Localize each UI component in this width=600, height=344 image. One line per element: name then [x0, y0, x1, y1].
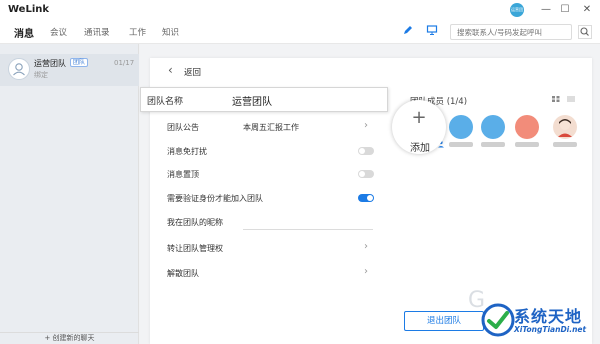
dnd-label: 消息免打扰 [167, 147, 207, 156]
grid-view-icon[interactable] [551, 94, 561, 104]
tab-messages[interactable]: 消息 [14, 25, 34, 40]
list-view-icon[interactable] [566, 94, 576, 104]
minimize-button[interactable]: — [537, 1, 555, 19]
team-name-value[interactable]: 运营团队 [232, 93, 272, 108]
conversation-title: 运营团队 [34, 59, 66, 68]
list-item[interactable]: 运营团队 团队 绑定 01/17 [0, 54, 139, 86]
watermark-text: 系统天地 [514, 307, 583, 326]
member-avatar[interactable] [515, 115, 539, 139]
app-name: WeLink [8, 4, 50, 15]
title-bar: WeLink 运营团 — ☐ ✕ [0, 0, 600, 20]
screen-share-icon[interactable] [424, 24, 440, 40]
announcement-label: 团队公告 [167, 123, 199, 132]
transfer-label[interactable]: 转让团队管理权 [167, 243, 223, 254]
announcement-value[interactable]: 本周五汇报工作 [243, 122, 299, 133]
nickname-input[interactable] [243, 229, 373, 230]
conversation-subtitle: 绑定 [34, 71, 48, 79]
pin-label: 消息置顶 [167, 170, 199, 179]
new-chat-button[interactable]: + 创建新的聊天 [0, 332, 139, 344]
pen-icon[interactable] [400, 24, 416, 40]
member-avatar[interactable] [449, 115, 473, 139]
search-icon[interactable] [578, 25, 592, 39]
exit-team-button[interactable]: 退出团队 [404, 311, 484, 331]
team-badge: 团队 [70, 58, 89, 67]
search-input[interactable] [450, 24, 572, 40]
tab-work[interactable]: 工作 [129, 26, 146, 38]
conversation-date: 01/17 [114, 59, 135, 67]
maximize-button[interactable]: ☐ [556, 1, 574, 19]
plus-icon[interactable]: + [409, 108, 429, 128]
add-member-label: 添加 [410, 143, 430, 154]
team-avatar [8, 58, 30, 80]
member-avatar[interactable] [553, 115, 577, 139]
watermark-subtext: XiTongTianDi.net [514, 325, 587, 334]
dnd-toggle[interactable] [358, 147, 374, 155]
dissolve-label[interactable]: 解散团队 [167, 268, 199, 279]
user-avatar[interactable]: 运营团 [510, 3, 524, 17]
close-button[interactable]: ✕ [578, 1, 596, 19]
chevron-right-icon[interactable]: › [364, 241, 368, 252]
member-avatar[interactable] [481, 115, 505, 139]
member-name [515, 142, 539, 147]
nickname-label: 我在团队的昵称 [167, 218, 223, 227]
chevron-left-icon[interactable]: ‹ [168, 63, 173, 77]
verify-toggle[interactable] [358, 194, 374, 202]
tab-meetings[interactable]: 会议 [50, 26, 67, 38]
member-name [481, 142, 505, 147]
member-name [553, 142, 577, 147]
verify-label: 需要验证身份才能加入团队 [167, 194, 263, 203]
chevron-right-icon[interactable]: › [364, 120, 368, 131]
pin-toggle[interactable] [358, 170, 374, 178]
team-name-label: 团队名称 [147, 97, 184, 107]
conversation-list: 运营团队 团队 绑定 01/17 + 创建新的聊天 [0, 44, 139, 344]
tab-contacts[interactable]: 通讯录 [84, 26, 110, 38]
tab-knowledge[interactable]: 知识 [162, 26, 179, 38]
member-name [449, 142, 473, 147]
chevron-right-icon[interactable]: › [364, 266, 368, 277]
back-button[interactable]: 返回 [184, 66, 201, 78]
main-nav: 消息 会议 通讯录 工作 知识 [0, 20, 600, 44]
